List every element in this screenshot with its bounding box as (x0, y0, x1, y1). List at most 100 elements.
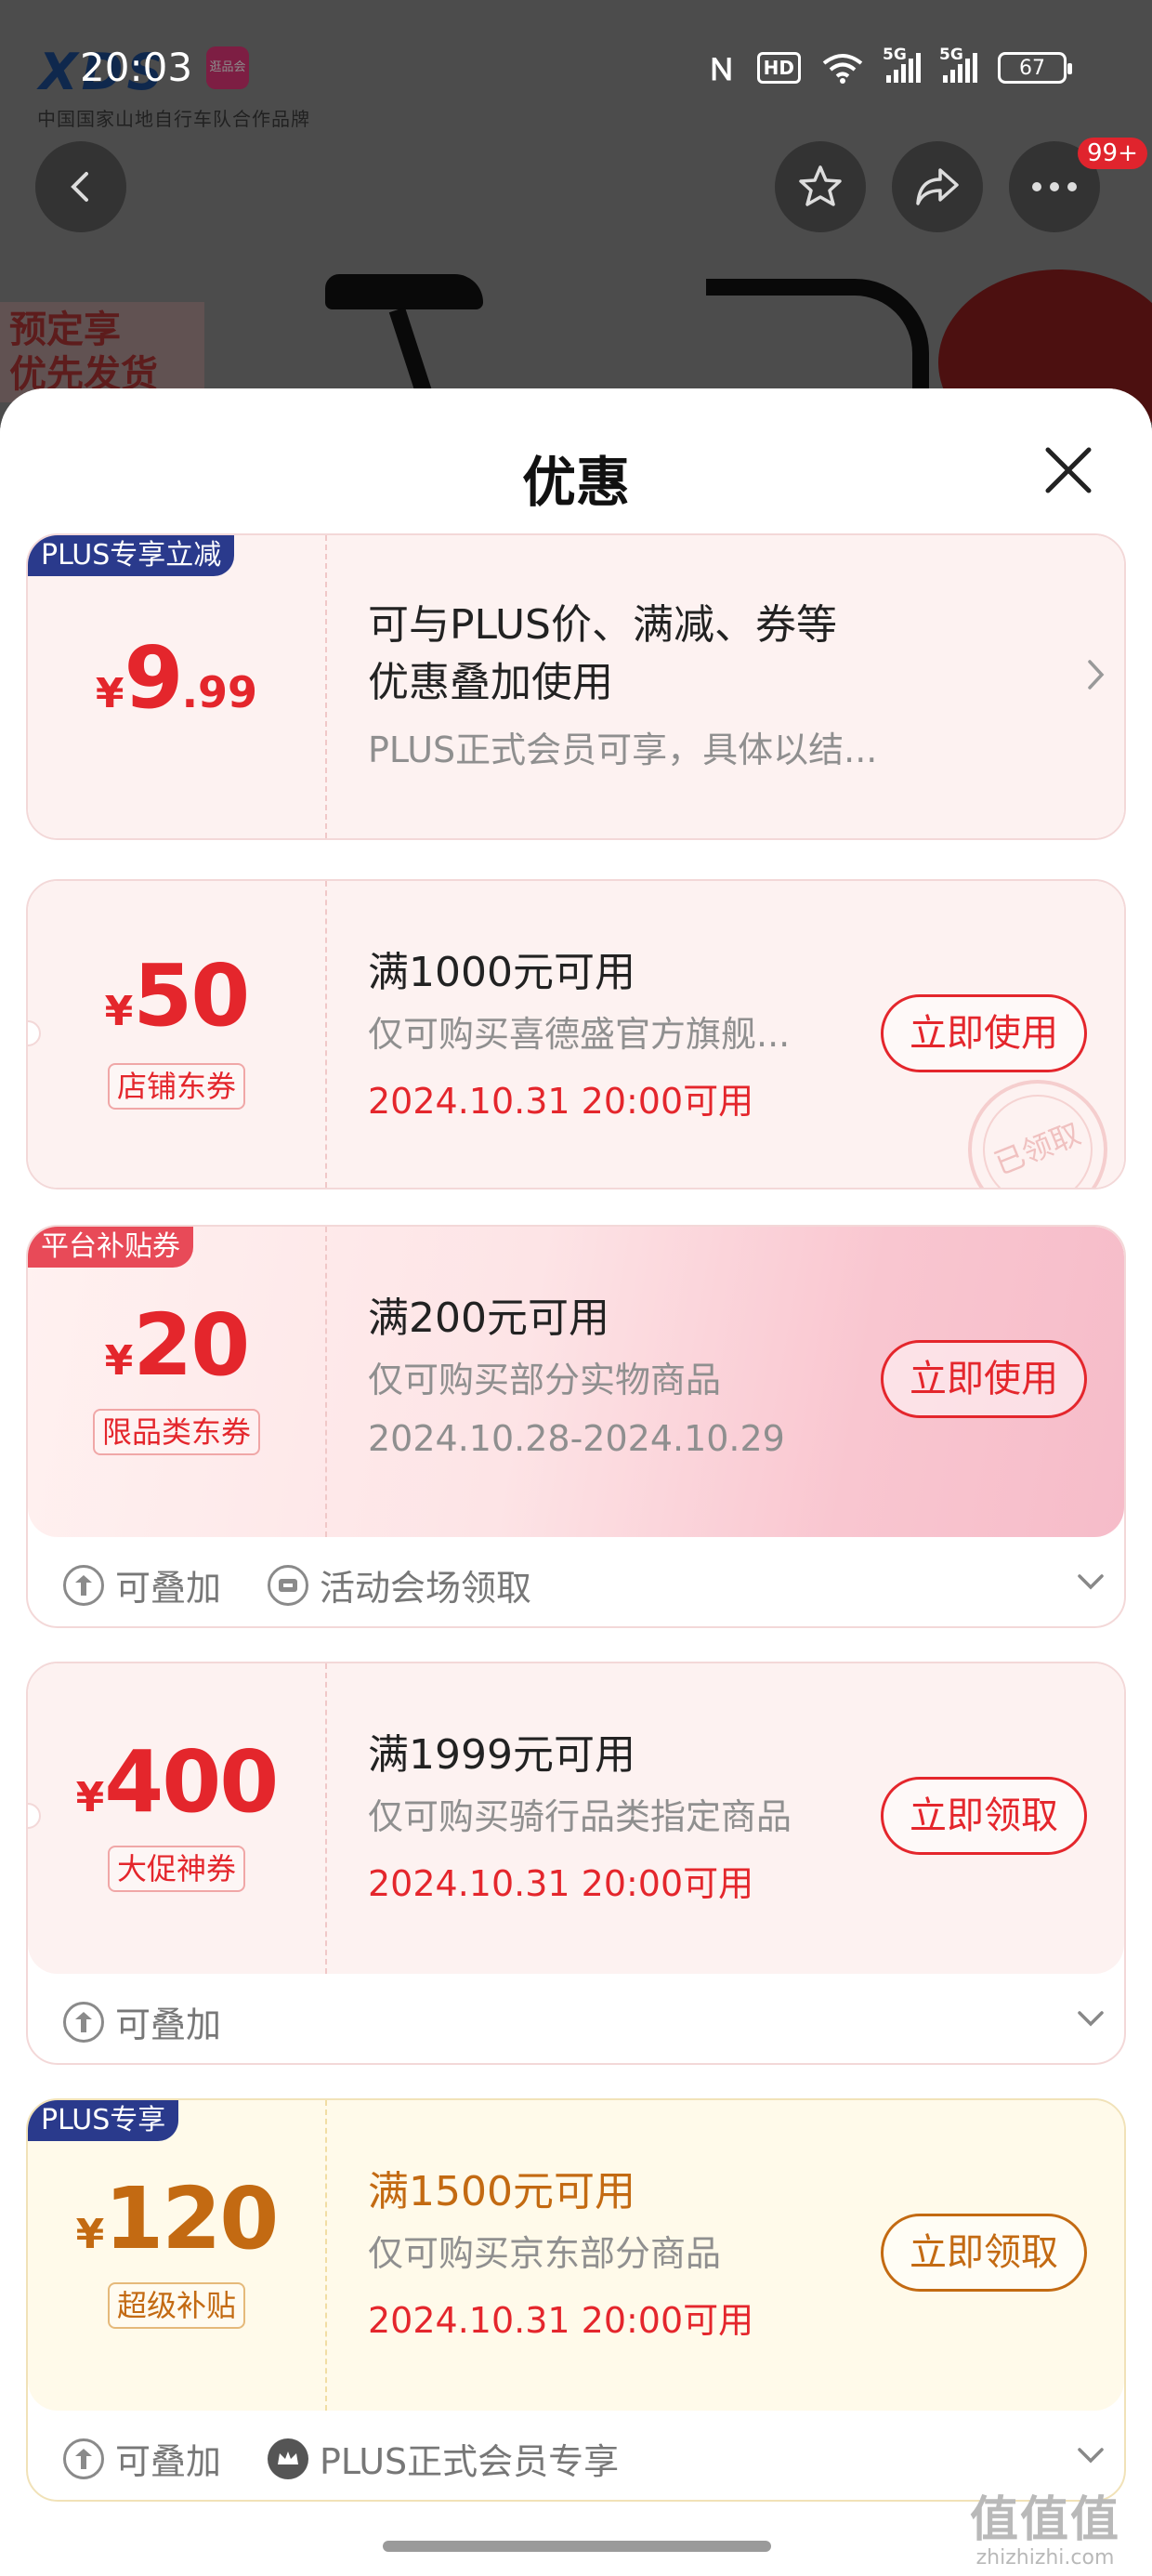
back-button[interactable] (35, 141, 126, 232)
coupon-type-label: 限品类东券 (92, 1409, 260, 1455)
status-time: 20:03 (80, 45, 193, 90)
stack-icon (63, 2438, 104, 2479)
coupon-type-label: 超级补贴 (107, 2282, 245, 2329)
coupon-footer[interactable]: 可叠加 活动会场领取 (28, 1537, 1124, 1626)
coupon-body: ¥20 限品类东券 满200元可用 仅可购买部分实物商品 2024.10.28-… (28, 1227, 1124, 1537)
coupon-card-big-promo[interactable]: ¥400 大促神券 满1999元可用 仅可购买骑行品类指定商品 2024.10.… (26, 1662, 1126, 2065)
coupon-condition: 满1999元可用 (368, 1731, 635, 1779)
member-only-label: PLUS正式会员专享 (320, 2441, 620, 2482)
coupon-type-label: 大促神券 (107, 1846, 245, 1892)
home-indicator[interactable] (383, 2541, 771, 2552)
use-now-button[interactable]: 立即使用 (881, 1340, 1087, 1418)
stackable-label: 可叠加 (115, 2441, 222, 2482)
sheet-header: 优惠 (0, 388, 1152, 548)
more-dots-icon (1032, 182, 1077, 191)
coupon-divider (325, 2100, 327, 2411)
coupon-type-label: 店铺东券 (107, 1063, 245, 1110)
network-type-1: 5G (883, 46, 907, 64)
coupon-valid-date: 2024.10.31 20:00可用 (368, 2300, 754, 2341)
share-button[interactable] (892, 141, 983, 232)
battery-icon: 67 (998, 52, 1072, 84)
coupon-description: 仅可购买喜德盛官方旗舰... (368, 1014, 791, 1055)
claim-source-label: 活动会场领取 (320, 1568, 532, 1609)
coupon-amount: ¥50 (28, 946, 325, 1045)
coupon-amount: ¥20 (28, 1295, 325, 1395)
coupon-valid-date: 2024.10.28-2024.10.29 (368, 1418, 785, 1459)
stackable-label: 可叠加 (115, 1568, 222, 1609)
coupon-card-plus-exclusive[interactable]: ¥120 超级补贴 满1500元可用 仅可购买京东部分商品 2024.10.31… (26, 2098, 1126, 2502)
amount-value: 20 (133, 1295, 250, 1395)
member-only-info: PLUS正式会员专享 (268, 2433, 619, 2484)
stack-icon (63, 2001, 104, 2043)
coupon-card-store[interactable]: ¥50 店铺东券 满1000元可用 仅可购买喜德盛官方旗舰... 2024.10… (26, 879, 1126, 1189)
chevron-down-icon[interactable] (1074, 2007, 1107, 2030)
crown-icon (268, 2438, 308, 2479)
signal-2-icon: 5G (939, 46, 977, 83)
stackable-info: 可叠加 (63, 2433, 221, 2484)
stack-icon (63, 1564, 104, 1606)
coupon-amount: ¥9.99 (28, 628, 325, 728)
currency-symbol: ¥ (95, 670, 124, 717)
signal-1-icon: 5G (883, 46, 921, 83)
coupon-amount: ¥400 (28, 1732, 325, 1832)
star-icon (799, 165, 842, 206)
coupon-description: 仅可购买骑行品类指定商品 (368, 1796, 792, 1837)
coupon-description: PLUS正式会员可享，具体以结... (368, 729, 878, 770)
coupon-description: 仅可购买部分实物商品 (368, 1360, 722, 1400)
coupon-footer[interactable]: 可叠加 (28, 1974, 1124, 2063)
amount-value: 120 (104, 2169, 279, 2268)
claim-now-button[interactable]: 立即领取 (881, 1777, 1087, 1855)
coupon-card-plus-discount[interactable]: ¥9.99 可与PLUS价、满减、券等 优惠叠加使用 PLUS正式会员可享，具体… (26, 533, 1126, 840)
chevron-down-icon[interactable] (1074, 1571, 1107, 1593)
coupon-condition: 满1000元可用 (368, 949, 635, 996)
stackable-label: 可叠加 (115, 2004, 222, 2045)
network-type-2: 5G (939, 46, 963, 64)
chevron-right-icon[interactable] (1085, 656, 1107, 693)
coupon-type: 大促神券 (28, 1846, 325, 1892)
chevron-down-icon[interactable] (1074, 2444, 1107, 2466)
claim-now-button[interactable]: 立即领取 (881, 2214, 1087, 2292)
wifi-icon (822, 54, 863, 84)
currency-symbol: ¥ (104, 988, 134, 1035)
coupon-type: 超级补贴 (28, 2282, 325, 2329)
amount-value: 400 (104, 1732, 279, 1832)
hd-voice-icon: HD (756, 52, 801, 84)
coupon-type: 限品类东券 (28, 1409, 325, 1455)
close-icon (1045, 447, 1092, 493)
venue-icon (268, 1564, 308, 1606)
favorite-button[interactable] (775, 141, 866, 232)
nfc-icon: Ｎ (706, 52, 737, 87)
watermark-url: zhizhizhi.com (975, 2546, 1115, 2569)
currency-symbol: ¥ (75, 2211, 105, 2258)
message-count-badge: 99+ (1078, 138, 1147, 169)
coupon-type: 店铺东券 (28, 1063, 325, 1110)
coupon-body: ¥9.99 可与PLUS价、满减、券等 优惠叠加使用 PLUS正式会员可享，具体… (28, 535, 1124, 838)
status-icons: Ｎ HD 5G 5G 67 (706, 46, 1072, 89)
chevron-left-icon (71, 172, 88, 202)
coupon-card-platform-subsidy[interactable]: ¥20 限品类东券 满200元可用 仅可购买部分实物商品 2024.10.28-… (26, 1225, 1126, 1628)
close-button[interactable] (1039, 440, 1098, 500)
coupon-condition: 满200元可用 (368, 1295, 609, 1342)
coupon-valid-date: 2024.10.31 20:00可用 (368, 1863, 754, 1904)
claim-source-info: 活动会场领取 (268, 1559, 531, 1610)
coupon-body: ¥120 超级补贴 满1500元可用 仅可购买京东部分商品 2024.10.31… (28, 2100, 1124, 2411)
coupon-footer[interactable]: 可叠加 PLUS正式会员专享 (28, 2411, 1124, 2500)
claimed-stamp: 已领取 (947, 1058, 1124, 1188)
coupon-tag: 平台补贴券 (28, 1227, 193, 1268)
status-bar: 20:03 Ｎ HD 5G 5G 67 (0, 0, 1152, 130)
coupon-condition-line-2: 优惠叠加使用 (368, 659, 613, 706)
coupon-sheet: 优惠 ¥9.99 可与PLUS价、满减、券等 优惠叠加使用 PLUS正式会员可享… (0, 388, 1152, 2576)
use-now-button[interactable]: 立即使用 (881, 994, 1087, 1072)
coupon-body: ¥50 店铺东券 满1000元可用 仅可购买喜德盛官方旗舰... 2024.10… (28, 881, 1124, 1188)
coupon-divider (325, 1227, 327, 1537)
coupon-description: 仅可购买京东部分商品 (368, 2233, 722, 2274)
coupon-divider (325, 881, 327, 1188)
coupon-condition: 满1500元可用 (368, 2168, 635, 2215)
coupon-divider (325, 1663, 327, 1974)
coupon-body: ¥400 大促神券 满1999元可用 仅可购买骑行品类指定商品 2024.10.… (28, 1663, 1124, 1974)
coupon-tag: PLUS专享立减 (28, 535, 235, 576)
amount-value: 9 (124, 628, 184, 728)
watermark-logo-text: 值值值 (970, 2492, 1121, 2548)
coupon-divider (325, 535, 327, 838)
currency-symbol: ¥ (75, 1774, 105, 1821)
